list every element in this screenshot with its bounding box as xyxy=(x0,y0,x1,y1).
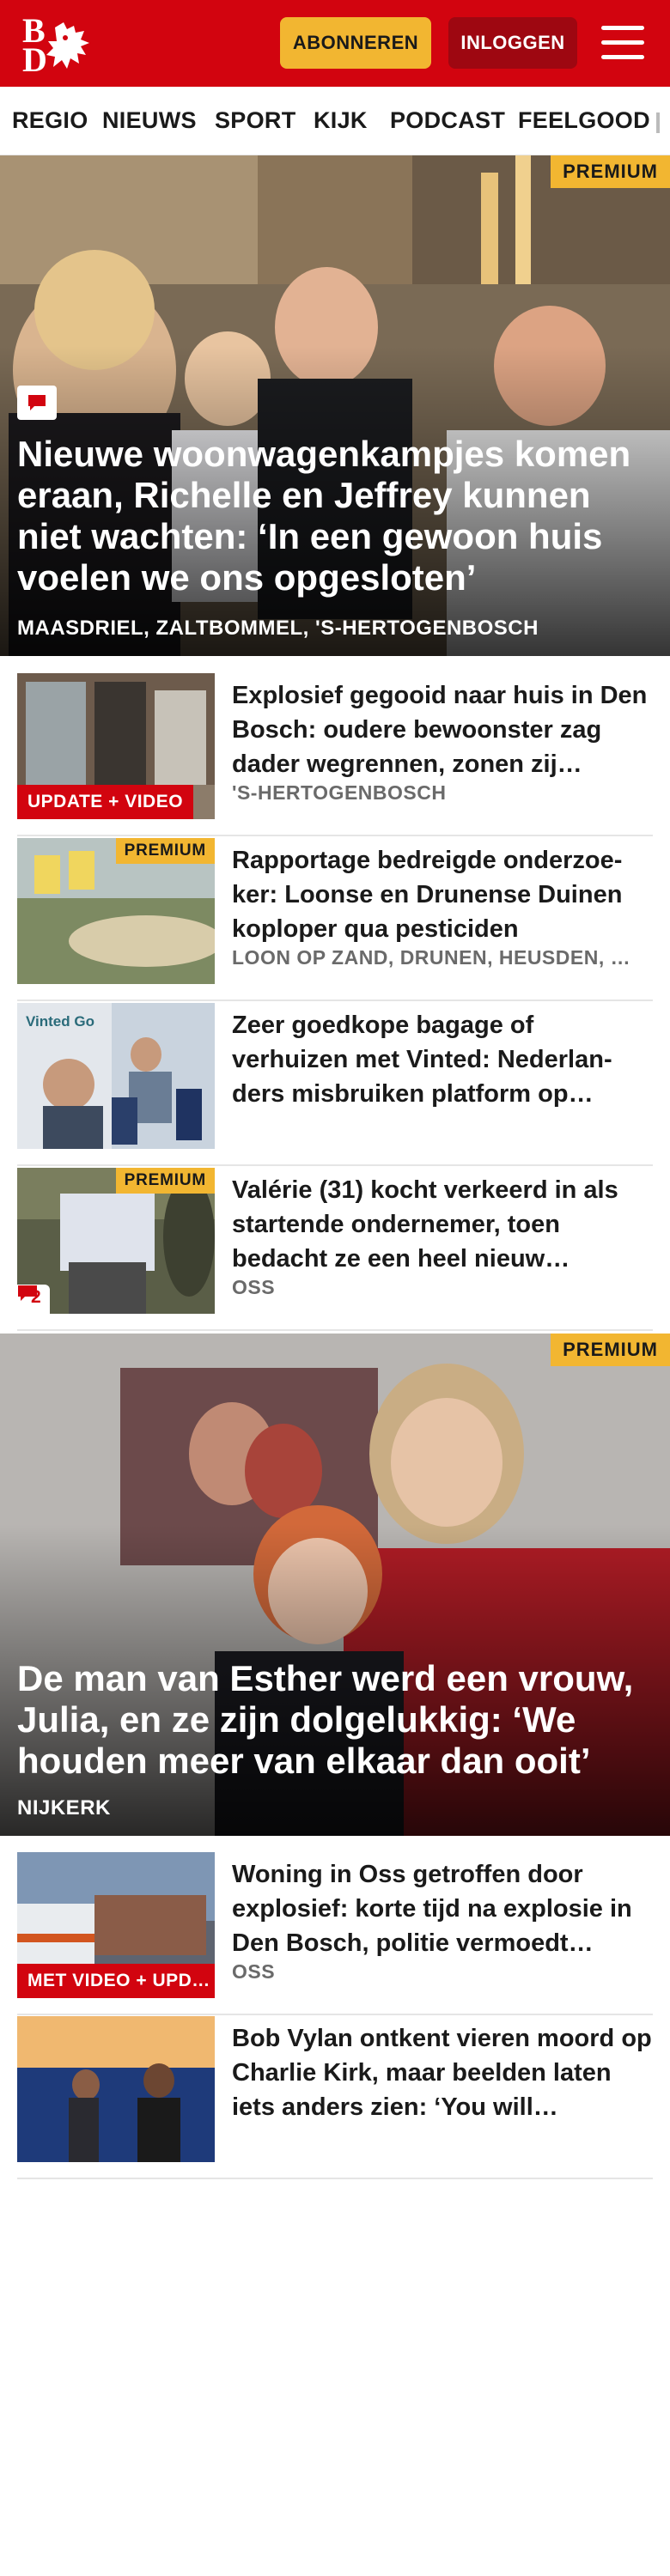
nav-item-kijk[interactable]: KIJK xyxy=(314,107,368,134)
article-thumbnail: PREMIUM xyxy=(17,838,215,984)
update-video-label: UPDATE + VIDEO xyxy=(17,785,194,819)
comment-icon xyxy=(28,395,46,410)
article-headline[interactable]: Zeer goedkope bagage of verhuizen met Vi… xyxy=(232,1008,653,1111)
list-item[interactable]: PREMIUM Rapportage bedreigde onderzoe-ke… xyxy=(17,838,653,1001)
bd-logo[interactable]: B D xyxy=(22,14,96,79)
nav-item-sport[interactable]: SPORT xyxy=(215,107,296,134)
list-item[interactable]: UPDATE + VIDEO Explosief gegooid naar hu… xyxy=(17,673,653,836)
article-headline[interactable]: Woning in Oss getroffen door explosief: … xyxy=(232,1857,653,1960)
comment-count-value: 2 xyxy=(31,1287,41,1307)
nav-item-regio[interactable]: REGIO xyxy=(12,107,88,134)
article-location: OSS xyxy=(232,1276,276,1298)
login-button[interactable]: INLOGGEN xyxy=(448,17,577,69)
article-headline[interactable]: Rapportage bedreigde onderzoe-ker: Loons… xyxy=(232,843,653,946)
article-thumbnail: UPDATE + VIDEO xyxy=(17,673,215,819)
list-item[interactable]: Vinted Go Zeer goedkope bagage of verhui… xyxy=(17,1003,653,1166)
article-thumbnail xyxy=(17,2016,215,2162)
article-thumbnail: PREMIUM 2 xyxy=(17,1168,215,1314)
logo-letter-d: D xyxy=(22,40,47,79)
hero-article-woonwagenkampjes[interactable]: PREMIUM Nieuwe woonwagenkampjes komen er… xyxy=(0,155,670,656)
comment-count: 2 xyxy=(17,1285,50,1314)
subscribe-button[interactable]: ABONNEREN xyxy=(280,17,431,69)
article-thumbnail: Vinted Go xyxy=(17,1003,215,1149)
premium-badge: PREMIUM xyxy=(115,838,215,864)
list-item[interactable]: Bob Vylan ontkent vieren moord op Charli… xyxy=(17,2016,653,2179)
nav-overflow-indicator xyxy=(656,112,660,133)
hero-location: MAASDRIEL, ZALTBOMMEL, 'S-HERTOGENBOSCH xyxy=(17,617,539,640)
hero-headline[interactable]: Nieuwe woonwagenkampjes komen eraan, Ric… xyxy=(17,434,653,598)
list-item[interactable]: PREMIUM 2 Valérie (31) kocht verkeerd in… xyxy=(17,1168,653,1331)
dragon-icon xyxy=(46,22,89,69)
video-update-label: MET VIDEO + UPD… xyxy=(17,1964,215,1998)
article-location: OSS xyxy=(232,1960,276,1983)
premium-badge: PREMIUM xyxy=(551,1334,670,1366)
thumbnail-vinted-text: Vinted Go xyxy=(26,1013,94,1030)
hamburger-icon[interactable] xyxy=(601,22,644,62)
hero-article-esther-julia[interactable]: PREMIUM De man van Esther werd een vrouw… xyxy=(0,1334,670,1836)
nav-item-podcast[interactable]: PODCAST xyxy=(390,107,505,134)
hero-headline[interactable]: De man van Esther werd een vrouw, Julia,… xyxy=(17,1658,653,1782)
list-item[interactable]: MET VIDEO + UPD… Woning in Oss getroffen… xyxy=(17,1852,653,2015)
nav-item-feelgood[interactable]: FEELGOOD xyxy=(518,107,650,134)
article-headline[interactable]: Explosief gegooid naar huis in Den Bosch… xyxy=(232,678,653,781)
nav-item-nieuws[interactable]: NIEUWS xyxy=(102,107,197,134)
section-nav: REGIO NIEUWS SPORT KIJK PODCAST FEELGOOD xyxy=(0,87,670,155)
article-location: LOON OP ZAND, DRUNEN, HEUSDEN, … xyxy=(232,946,631,969)
premium-badge: PREMIUM xyxy=(551,155,670,188)
hero-location: NIJKERK xyxy=(17,1796,111,1820)
article-location: 'S-HERTOGENBOSCH xyxy=(232,781,447,804)
article-headline[interactable]: Bob Vylan ontkent vieren moord op Charli… xyxy=(232,2021,653,2124)
premium-badge: PREMIUM xyxy=(115,1168,215,1194)
article-thumbnail: MET VIDEO + UPD… xyxy=(17,1852,215,1998)
top-bar: B D ABONNEREN INLOGGEN xyxy=(0,0,670,87)
comment-badge xyxy=(17,386,57,420)
article-headline[interactable]: Valérie (31) kocht verkeerd in als start… xyxy=(232,1173,653,1276)
